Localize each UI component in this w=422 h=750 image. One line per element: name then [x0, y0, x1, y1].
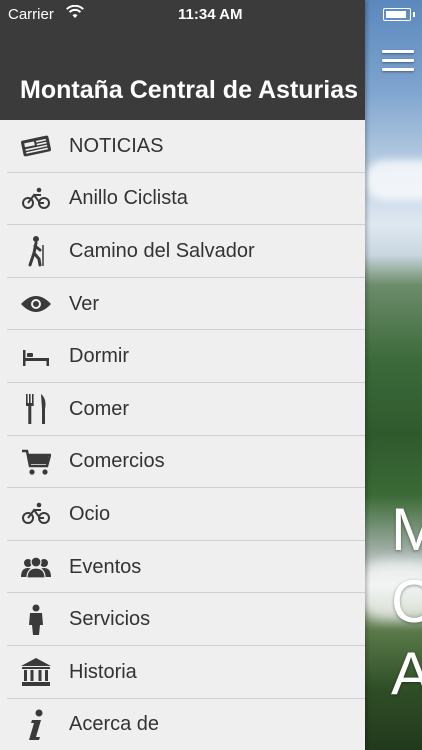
menu-item-label: Anillo Ciclista — [69, 187, 188, 210]
menu-item-label: Ocio — [69, 502, 111, 525]
hero-text-line-2: C — [391, 568, 422, 635]
menu-item-label: Servicios — [69, 608, 151, 631]
menu-item-historia[interactable]: Historia — [0, 646, 365, 699]
fork-knife-icon — [19, 392, 53, 426]
eye-icon — [19, 287, 53, 321]
drawer-header: Carrier 11:34 AM Montaña Central de Astu… — [0, 0, 365, 120]
battery-icon — [383, 8, 415, 21]
info-icon — [19, 708, 53, 742]
status-bar: Carrier 11:34 AM — [0, 0, 365, 30]
hiker-icon — [19, 234, 53, 268]
hamburger-menu-icon[interactable] — [382, 50, 414, 72]
menu-item-ver[interactable]: Ver — [0, 278, 365, 331]
person-icon — [19, 603, 53, 637]
clock-time: 11:34 AM — [178, 6, 243, 23]
menu-item-dormir[interactable]: Dormir — [0, 330, 365, 383]
menu-item-noticias[interactable]: NOTICIAS — [0, 120, 365, 173]
menu-item-label: Ver — [69, 292, 100, 315]
carrier-label: Carrier — [8, 6, 54, 23]
wifi-icon — [66, 5, 84, 18]
menu-item-label: Eventos — [69, 555, 142, 578]
menu-item-comer[interactable]: Comer — [0, 383, 365, 436]
menu-list: NOTICIAS Anillo Ciclista Camino del Salv… — [0, 120, 365, 750]
hero-text-line-1: M — [391, 496, 422, 563]
hero-text-line-3: A — [391, 640, 422, 707]
menu-item-label: NOTICIAS — [69, 134, 164, 157]
bicycle-icon — [19, 182, 53, 216]
people-icon — [19, 550, 53, 584]
shopping-cart-icon — [19, 445, 53, 479]
menu-item-comercios[interactable]: Comercios — [0, 436, 365, 489]
menu-item-servicios[interactable]: Servicios — [0, 593, 365, 646]
menu-item-label: Acerca de — [69, 713, 160, 736]
menu-item-label: Comercios — [69, 450, 165, 473]
main-content-background: M C A — [365, 0, 422, 750]
menu-item-camino-del-salvador[interactable]: Camino del Salvador — [0, 225, 365, 278]
app-title: Montaña Central de Asturias — [20, 76, 359, 104]
menu-item-label: Dormir — [69, 345, 129, 368]
menu-item-label: Comer — [69, 397, 130, 420]
bed-icon — [19, 340, 53, 374]
menu-item-eventos[interactable]: Eventos — [0, 541, 365, 594]
menu-item-anillo-ciclista[interactable]: Anillo Ciclista — [0, 173, 365, 226]
cloud-decoration — [365, 160, 422, 200]
menu-item-label: Historia — [69, 660, 137, 683]
menu-item-ocio[interactable]: Ocio — [0, 488, 365, 541]
museum-icon — [19, 655, 53, 689]
side-menu-drawer: Carrier 11:34 AM Montaña Central de Astu… — [0, 0, 365, 750]
newspaper-icon — [19, 129, 53, 163]
menu-item-label: Camino del Salvador — [69, 239, 255, 262]
bicycle-icon — [19, 497, 53, 531]
menu-item-acerca-de[interactable]: Acerca de — [0, 699, 365, 750]
